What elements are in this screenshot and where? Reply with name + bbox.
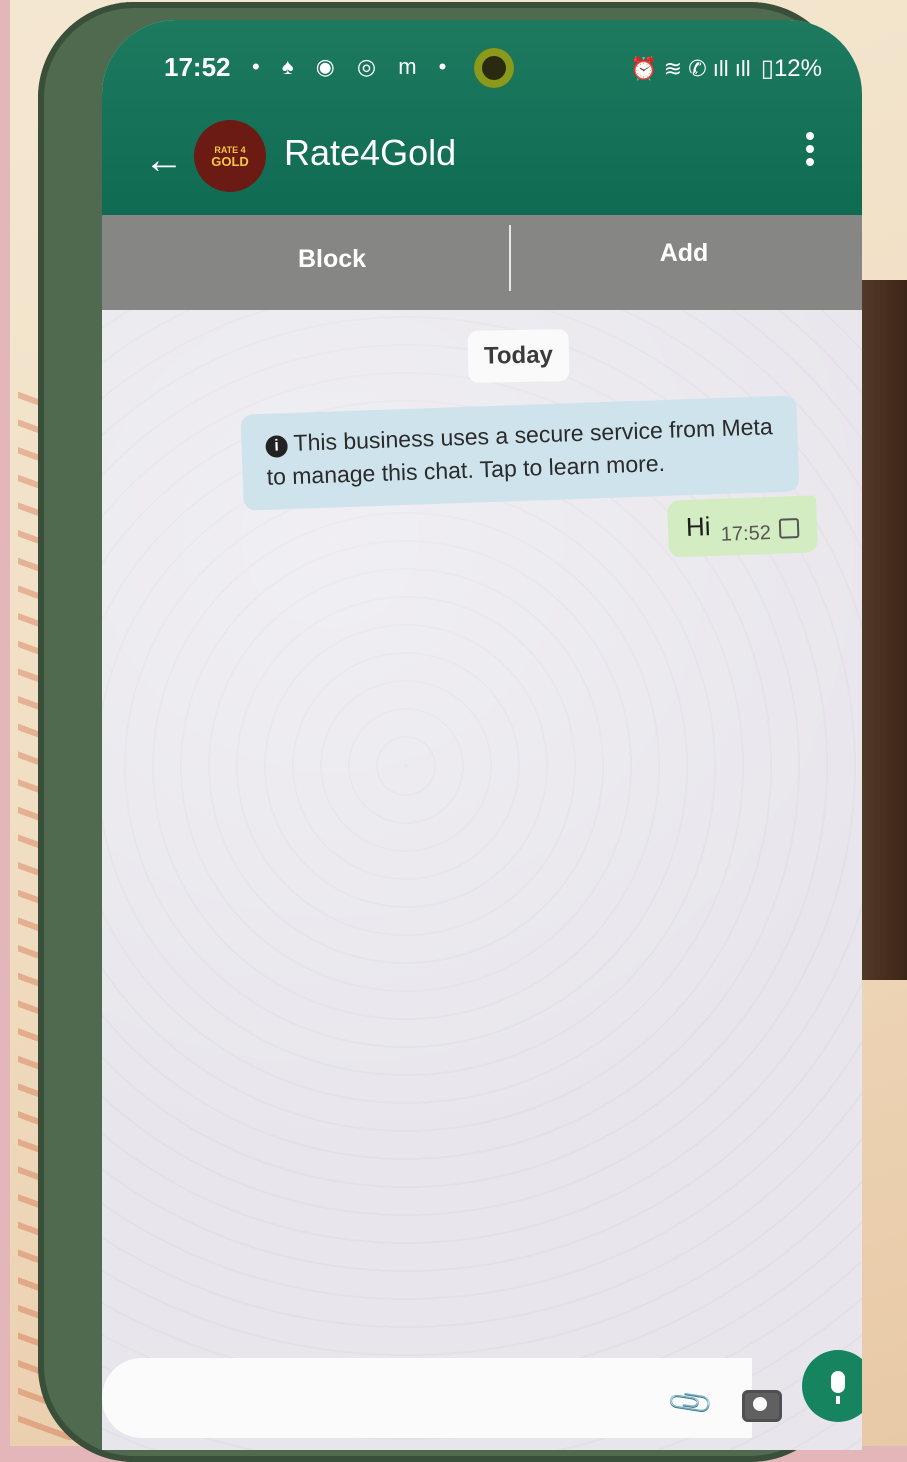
system-icons: ⏰ ≋ ✆ ıll ıll ▯12%	[630, 54, 822, 83]
clock-pending-icon	[778, 518, 800, 539]
status-bar: 17:52 • ♠ ◉ ◎ m • ⏰ ≋ ✆ ıll ıll ▯12%	[164, 48, 822, 90]
battery-indicator: ▯12%	[760, 55, 822, 82]
chat-header: 17:52 • ♠ ◉ ◎ m • ⏰ ≋ ✆ ıll ıll ▯12% ← R…	[102, 20, 862, 215]
outgoing-message[interactable]: Hi 17:52	[667, 495, 818, 558]
add-contact-button[interactable]: Add	[584, 239, 784, 268]
date-separator: Today	[467, 329, 570, 383]
message-text: Hi	[685, 511, 712, 542]
camera-icon[interactable]	[742, 1390, 782, 1422]
microphone-stand	[836, 1396, 840, 1404]
contact-avatar[interactable]: RATE 4 GOLD	[194, 120, 266, 192]
more-options-icon[interactable]	[806, 132, 816, 171]
phone-frame: 17:52 • ♠ ◉ ◎ m • ⏰ ≋ ✆ ıll ıll ▯12% ← R…	[38, 2, 862, 1462]
message-input[interactable]	[102, 1358, 752, 1438]
status-time: 17:52	[164, 52, 231, 82]
system-status-icons: ⏰ ≋ ✆ ıll ıll	[630, 56, 751, 81]
composer: 📎	[102, 1350, 862, 1450]
microphone-icon	[831, 1371, 845, 1393]
business-info-text: This business uses a secure service from…	[266, 413, 774, 490]
business-info-message[interactable]: i This business uses a secure service fro…	[240, 395, 800, 511]
contact-name[interactable]: Rate4Gold	[284, 132, 456, 174]
voice-message-button[interactable]	[802, 1350, 862, 1422]
back-arrow-icon[interactable]: ←	[144, 138, 184, 183]
block-button[interactable]: Block	[232, 245, 432, 274]
avatar-text-line2: GOLD	[211, 153, 249, 169]
notification-icons: • ♠ ◉ ◎ m •	[252, 54, 455, 79]
message-time: 17:52	[720, 522, 772, 546]
unknown-contact-actions: Block Add	[102, 215, 862, 310]
info-icon: i	[265, 435, 289, 458]
avatar-text-line1: RATE 4	[214, 144, 246, 155]
action-divider	[509, 225, 511, 291]
front-camera	[474, 48, 514, 88]
phone-screen: 17:52 • ♠ ◉ ◎ m • ⏰ ≋ ✆ ıll ıll ▯12% ← R…	[102, 20, 862, 1450]
